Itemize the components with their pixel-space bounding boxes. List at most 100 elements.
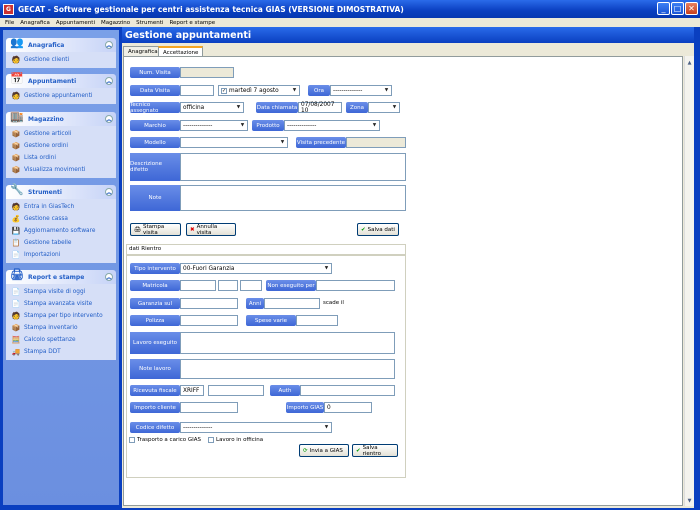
menu-appuntamenti[interactable]: Appuntamenti (56, 20, 95, 26)
minimize-button[interactable]: _ (657, 2, 670, 15)
data-chiamata-field[interactable]: 07/08/2007 10 (298, 102, 342, 114)
stampa-visita-button[interactable]: 🖨 Stampa visita (130, 223, 181, 236)
descrizione-textarea[interactable] (180, 153, 406, 181)
garanzia-field[interactable] (180, 298, 238, 309)
invia-gias-button[interactable]: ⟳ Invia a GIAS (299, 444, 349, 457)
marchio-dropdown[interactable]: -------------- (180, 120, 248, 131)
matricola-field-1[interactable] (180, 280, 216, 291)
sidebar-item-stampa-tipo[interactable]: 🧑 Stampa per tipo intervento (6, 310, 116, 322)
sidebar-item-gestione-tabelle[interactable]: 📋 Gestione tabelle (6, 237, 116, 249)
item-label: Aggiornamento software (24, 228, 96, 234)
importo-cliente-label: Importo cliente (130, 402, 180, 413)
sidebar-item-gestione-clienti[interactable]: 🧑 Gestione clienti (6, 54, 116, 66)
item-label: Calcolo spettanze (24, 337, 76, 343)
group-anagrafica: 👥 Anagrafica ︽ 🧑 Gestione clienti (6, 36, 116, 68)
note-lavoro-textarea[interactable] (180, 359, 395, 379)
menu-strumenti[interactable]: Strumenti (136, 20, 163, 26)
collapse-icon[interactable]: ︽ (105, 188, 113, 196)
button-label: Salva dati (367, 226, 395, 233)
sidebar-item-visualizza-movimenti[interactable]: 📦 Visualizza movimenti (6, 164, 116, 176)
sidebar-item-calcolo-spettanze[interactable]: 🧮 Calcolo spettanze (6, 334, 116, 346)
group-header[interactable]: 📅 Appuntamenti ︽ (6, 72, 116, 88)
group-header[interactable]: 👥 Anagrafica ︽ (6, 36, 116, 52)
print-icon: 📄 (11, 287, 21, 296)
codice-dropdown[interactable]: -------------- (180, 422, 332, 433)
checkbox-box[interactable] (129, 437, 135, 443)
menu-report[interactable]: Report e stampe (169, 20, 215, 26)
sidebar-item-gestione-articoli[interactable]: 📦 Gestione articoli (6, 128, 116, 140)
matricola-field-3[interactable] (240, 280, 262, 291)
anni-field[interactable] (264, 298, 320, 309)
salva-dati-button[interactable]: ✔ Salva dati (357, 223, 399, 236)
lavoro-textarea[interactable] (180, 332, 395, 354)
visita-prec-label: Visita precedente (296, 137, 346, 148)
group-header[interactable]: 🏬 Magazzino ︽ (6, 110, 116, 126)
menu-anagrafica[interactable]: Anagrafica (20, 20, 50, 26)
checkbox-box[interactable] (208, 437, 214, 443)
sidebar-item-gestione-cassa[interactable]: 💰 Gestione cassa (6, 213, 116, 225)
prodotto-dropdown[interactable]: -------------- (284, 120, 380, 131)
tecnico-dropdown[interactable]: officina (180, 102, 244, 113)
truck-icon: 🚚 (11, 347, 21, 356)
salva-rientro-button[interactable]: ✔ Salva rientro (352, 444, 398, 457)
menu-file[interactable]: File (5, 20, 14, 26)
data-visita-field[interactable] (180, 85, 214, 96)
sidebar-item-stampa-inventario[interactable]: 📦 Stampa inventario (6, 322, 116, 334)
people-icon: 👥 (10, 35, 24, 49)
close-button[interactable]: ✕ (685, 2, 698, 15)
date-checkbox[interactable]: ✓ (221, 87, 227, 94)
collapse-icon[interactable]: ︽ (105, 77, 113, 85)
scroll-down-icon[interactable]: ▼ (685, 496, 694, 505)
note-textarea[interactable] (180, 185, 406, 211)
zona-dropdown[interactable] (368, 102, 400, 113)
sidebar: 👥 Anagrafica ︽ 🧑 Gestione clienti 📅 Appuntam… (3, 30, 119, 505)
importo-cliente-field[interactable] (180, 402, 238, 413)
group-title: Strumenti (28, 188, 62, 196)
sidebar-item-entra-giastech[interactable]: 🧑 Entra in GiasTech (6, 201, 116, 213)
group-header[interactable]: 🖨 Report e stampe ︽ (6, 268, 116, 284)
lavoro-officina-checkbox[interactable]: Lavoro in officina (208, 437, 263, 443)
annulla-visita-button[interactable]: ✖ Annulla visita (186, 223, 236, 236)
visita-prec-field[interactable] (346, 137, 406, 148)
sidebar-item-aggiornamento-software[interactable]: 💾 Aggiornamento software (6, 225, 116, 237)
tecnico-label: Tecnico assegnato (130, 102, 180, 114)
collapse-icon[interactable]: ︽ (105, 273, 113, 281)
item-label: Stampa inventario (24, 325, 78, 331)
ora-dropdown[interactable]: -------------- (330, 85, 392, 96)
sidebar-item-gestione-appuntamenti[interactable]: 🧑 Gestione appuntamenti (6, 90, 116, 102)
trasporto-checkbox[interactable]: Trasporto a carico GIAS (129, 437, 201, 443)
user-icon: 🧑 (11, 311, 21, 320)
modello-dropdown[interactable] (180, 137, 288, 148)
importo-gias-field[interactable]: 0 (324, 402, 372, 413)
ricevuta-field[interactable] (208, 385, 264, 396)
spese-field[interactable] (296, 315, 338, 326)
collapse-icon[interactable]: ︽ (105, 41, 113, 49)
menu-magazzino[interactable]: Magazzino (101, 20, 130, 26)
maximize-button[interactable]: □ (671, 2, 684, 15)
non-eseguito-field[interactable] (316, 280, 395, 291)
scroll-up-icon[interactable]: ▲ (685, 58, 694, 67)
collapse-icon[interactable]: ︽ (105, 115, 113, 123)
date-picker[interactable]: ✓ martedì 7 agosto (218, 85, 300, 96)
importo-gias-value: 0 (327, 404, 331, 411)
sidebar-item-gestione-ordini[interactable]: 📦 Gestione ordini (6, 140, 116, 152)
polizza-field[interactable] (180, 315, 238, 326)
date-value: martedì 7 agosto (229, 87, 279, 94)
tools-icon: 🔧 (10, 182, 24, 196)
ricevuta-prefix-field[interactable]: XRIFF (180, 385, 204, 396)
matricola-field-2[interactable] (218, 280, 238, 291)
vertical-scrollbar[interactable]: ▲ ▼ (684, 56, 694, 506)
tipo-dropdown[interactable]: 00-Fuori Garanzia (180, 263, 332, 274)
num-visita-field[interactable] (180, 67, 234, 78)
sidebar-item-stampa-avanzata[interactable]: 📄 Stampa avanzata visite (6, 298, 116, 310)
sidebar-item-stampa-ddt[interactable]: 🚚 Stampa DDT (6, 346, 116, 358)
auth-field[interactable] (300, 385, 395, 396)
lavoro-label: Lavoro eseguito (130, 332, 180, 354)
sidebar-item-lista-ordini[interactable]: 📦 Lista ordini (6, 152, 116, 164)
sidebar-item-stampa-visite-oggi[interactable]: 📄 Stampa visite di oggi (6, 286, 116, 298)
group-header[interactable]: 🔧 Strumenti ︽ (6, 183, 116, 199)
sidebar-item-importazioni[interactable]: 📄 Importazioni (6, 249, 116, 261)
codice-label: Codice difetto (130, 422, 180, 433)
non-eseguito-label: Non eseguito per (266, 280, 316, 291)
item-label: Stampa visite di oggi (24, 289, 86, 295)
